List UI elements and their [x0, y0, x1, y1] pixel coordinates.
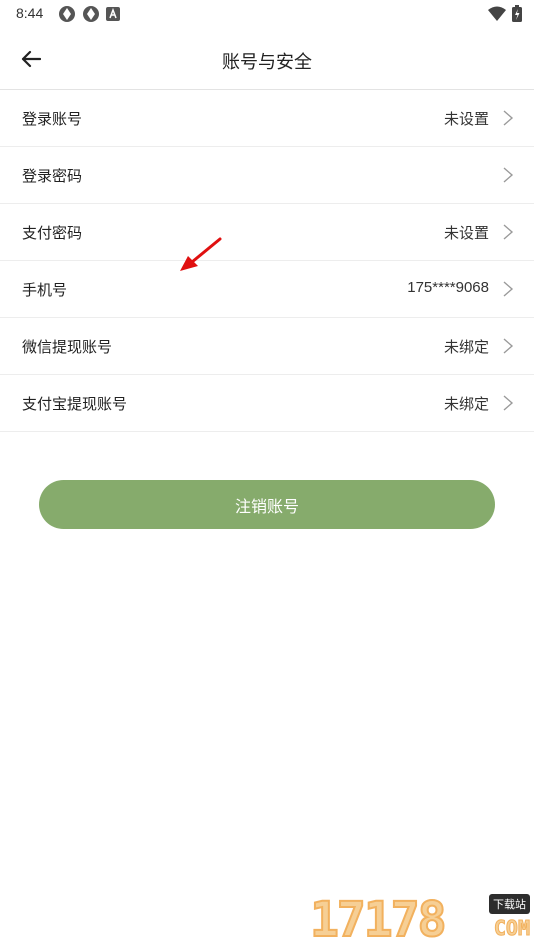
watermark-tag: 下载站 [489, 894, 530, 914]
chevron-right-icon [503, 281, 514, 297]
row-label: 登录账号 [22, 110, 83, 128]
app-header: 账号与安全 [0, 28, 534, 90]
row-label: 登录密码 [22, 167, 83, 185]
chevron-right-icon [503, 167, 514, 183]
row-login-password[interactable]: 登录密码 [0, 147, 534, 204]
battery-icon [512, 5, 522, 22]
row-label: 支付宝提现账号 [22, 395, 128, 413]
row-value: 未设置 [443, 225, 489, 242]
notification-icons [58, 5, 120, 23]
chevron-right-icon [503, 395, 514, 411]
row-label: 手机号 [22, 281, 68, 299]
row-wechat-withdraw[interactable]: 微信提现账号 未绑定 [0, 318, 534, 375]
row-label: 支付密码 [22, 224, 83, 242]
row-phone-number[interactable]: 手机号 175****9068 [0, 261, 534, 318]
watermark-logo: 17178 下载站 COM [304, 888, 534, 950]
annotation-arrow-icon [180, 237, 222, 271]
row-login-account[interactable]: 登录账号 未设置 [0, 90, 534, 147]
row-payment-password[interactable]: 支付密码 未设置 [0, 204, 534, 261]
chevron-right-icon [503, 110, 514, 126]
status-time: 8:44 [16, 5, 44, 21]
sync-icon [83, 6, 99, 22]
status-bar: 8:44 [0, 0, 534, 28]
row-value: 未绑定 [443, 339, 489, 356]
page-title: 账号与安全 [222, 52, 312, 73]
system-icons [488, 5, 522, 22]
row-value: 175****9068 [407, 279, 489, 296]
row-label: 微信提现账号 [22, 338, 113, 356]
row-value: 未绑定 [443, 396, 489, 413]
wifi-icon [488, 6, 506, 21]
app-icon [106, 7, 120, 21]
chevron-right-icon [503, 338, 514, 354]
deactivate-account-button[interactable]: 注销账号 [39, 480, 495, 529]
watermark-digits: 17178 [309, 891, 447, 949]
row-value: 未设置 [443, 111, 489, 128]
watermark-suffix: COM [493, 916, 530, 941]
row-alipay-withdraw[interactable]: 支付宝提现账号 未绑定 [0, 375, 534, 432]
sync-icon [59, 6, 75, 22]
settings-list: 登录账号 未设置 登录密码 支付密码 未设置 手机号 175****9068 微… [0, 90, 534, 432]
chevron-right-icon [503, 224, 514, 240]
